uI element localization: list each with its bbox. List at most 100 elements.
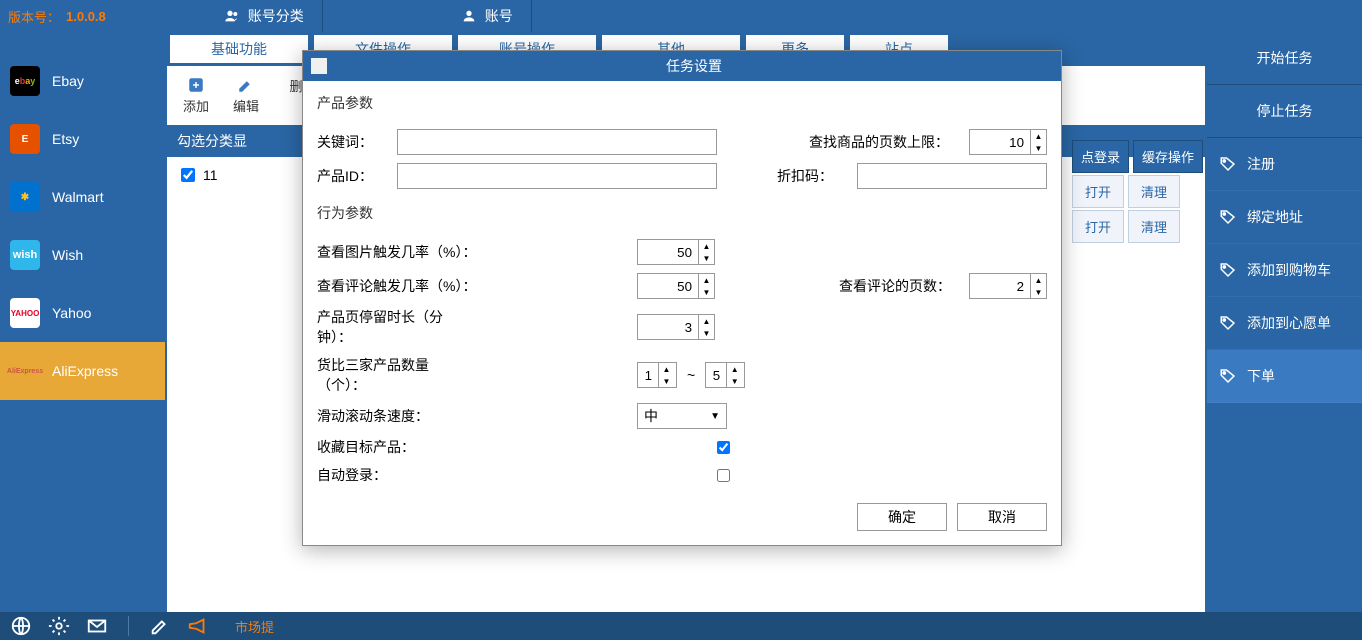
review-pages-spinner[interactable]: ▲▼: [969, 273, 1047, 299]
scroll-speed-value: 中: [644, 406, 658, 426]
up-arrow-icon[interactable]: ▲: [1031, 274, 1046, 286]
review-trigger-value[interactable]: [638, 274, 698, 298]
auto-login-checkbox[interactable]: [717, 469, 730, 482]
platform-aliexpress[interactable]: AliExpress AliExpress: [0, 342, 165, 400]
down-arrow-icon[interactable]: ▼: [727, 375, 742, 387]
etsy-icon: E: [10, 124, 40, 154]
up-arrow-icon[interactable]: ▲: [659, 363, 674, 375]
review-pages-value[interactable]: [970, 274, 1030, 298]
favorite-target-checkbox[interactable]: [717, 441, 730, 454]
tab-account[interactable]: 账号: [443, 0, 532, 32]
dialog-icon: [311, 58, 327, 74]
compare-count-label: 货比三家产品数量（个）：: [317, 355, 477, 395]
action-add-wishlist[interactable]: 添加到心愿单: [1207, 297, 1362, 350]
cell-clear-2[interactable]: 清理: [1128, 210, 1180, 243]
platform-yahoo[interactable]: YAHOO Yahoo: [0, 284, 165, 342]
megaphone-icon[interactable]: [187, 615, 209, 637]
start-task-button[interactable]: 开始任务: [1207, 32, 1362, 85]
top-bar: 版本号： 1.0.0.8 账号分类 账号: [0, 0, 1362, 32]
action-label: 下单: [1247, 366, 1275, 386]
tab-account-category[interactable]: 账号分类: [206, 0, 323, 32]
center-tab-basic[interactable]: 基础功能: [169, 34, 309, 64]
down-arrow-icon[interactable]: ▼: [699, 252, 714, 264]
add-button[interactable]: 添加: [173, 72, 219, 119]
action-label: 添加到购物车: [1247, 260, 1331, 280]
down-arrow-icon[interactable]: ▼: [699, 286, 714, 298]
version-value: 1.0.0.8: [66, 9, 106, 24]
discount-input[interactable]: [857, 163, 1047, 189]
stay-duration-value[interactable]: [638, 315, 698, 339]
action-label: 注册: [1247, 154, 1275, 174]
cell-clear-1[interactable]: 清理: [1128, 175, 1180, 208]
down-arrow-icon[interactable]: ▼: [699, 327, 714, 339]
down-arrow-icon[interactable]: ▼: [1031, 286, 1046, 298]
tool-label: 删: [289, 76, 302, 95]
up-arrow-icon[interactable]: ▲: [699, 240, 714, 252]
compare-min-value[interactable]: [638, 363, 658, 387]
status-bar: 市场提: [0, 612, 1362, 640]
users-icon: [224, 8, 240, 24]
up-arrow-icon[interactable]: ▲: [727, 363, 742, 375]
tab-label: 账号: [485, 6, 513, 26]
dialog-titlebar[interactable]: 任务设置: [303, 51, 1061, 81]
tab-label: 账号分类: [248, 6, 304, 26]
col-cache-op: 缓存操作: [1133, 140, 1203, 173]
product-id-input[interactable]: [397, 163, 717, 189]
image-trigger-spinner[interactable]: ▲▼: [637, 239, 715, 265]
down-arrow-icon[interactable]: ▼: [1031, 142, 1046, 154]
max-pages-value[interactable]: [970, 130, 1030, 154]
wish-icon: wish: [10, 240, 40, 270]
review-trigger-spinner[interactable]: ▲▼: [637, 273, 715, 299]
list-checkbox[interactable]: [181, 168, 195, 182]
yahoo-icon: YAHOO: [10, 298, 40, 328]
up-arrow-icon[interactable]: ▲: [1031, 130, 1046, 142]
scroll-speed-select[interactable]: 中 ▼: [637, 403, 727, 429]
action-label: 绑定地址: [1247, 207, 1303, 227]
action-order[interactable]: 下单: [1207, 350, 1362, 403]
platform-ebay[interactable]: ebay Ebay: [0, 52, 165, 110]
globe-icon[interactable]: [10, 615, 32, 637]
gear-icon[interactable]: [48, 615, 70, 637]
compare-min-spinner[interactable]: ▲▼: [637, 362, 677, 388]
tag-icon: [1219, 208, 1237, 226]
platform-etsy[interactable]: E Etsy: [0, 110, 165, 168]
ok-button[interactable]: 确定: [857, 503, 947, 531]
user-icon: [461, 8, 477, 24]
stop-task-button[interactable]: 停止任务: [1207, 85, 1362, 138]
cell-open-2[interactable]: 打开: [1072, 210, 1124, 243]
compare-max-value[interactable]: [706, 363, 726, 387]
cancel-button[interactable]: 取消: [957, 503, 1047, 531]
platform-wish[interactable]: wish Wish: [0, 226, 165, 284]
product-id-label: 产品ID：: [317, 166, 387, 186]
action-add-cart[interactable]: 添加到购物车: [1207, 244, 1362, 297]
cell-open-1[interactable]: 打开: [1072, 175, 1124, 208]
image-trigger-value[interactable]: [638, 240, 698, 264]
list-item-label: 11: [203, 167, 218, 183]
tool-label: 编辑: [233, 96, 259, 115]
compare-max-spinner[interactable]: ▲▼: [705, 362, 745, 388]
ebay-icon: ebay: [10, 66, 40, 96]
review-trigger-label: 查看评论触发几率（%）：: [317, 276, 477, 296]
stay-duration-label: 产品页停留时长（分钟）：: [317, 307, 477, 347]
product-params-label: 产品参数: [317, 89, 1047, 121]
action-bind-address[interactable]: 绑定地址: [1207, 191, 1362, 244]
keyword-label: 关键词：: [317, 132, 387, 152]
keyword-input[interactable]: [397, 129, 717, 155]
platform-label: Ebay: [52, 73, 84, 89]
up-arrow-icon[interactable]: ▲: [699, 274, 714, 286]
stay-duration-spinner[interactable]: ▲▼: [637, 314, 715, 340]
mail-icon[interactable]: [86, 615, 108, 637]
task-settings-dialog: 任务设置 产品参数 关键词： 查找商品的页数上限： ▲▼ 产品ID： 折扣码： …: [302, 50, 1062, 546]
platform-label: Etsy: [52, 131, 79, 147]
tool-label: 添加: [183, 96, 209, 115]
edit-button[interactable]: 编辑: [223, 72, 269, 119]
scroll-speed-label: 滑动滚动条速度：: [317, 406, 477, 426]
pencil-icon[interactable]: [149, 615, 171, 637]
down-arrow-icon[interactable]: ▼: [659, 375, 674, 387]
platform-walmart[interactable]: ✱ Walmart: [0, 168, 165, 226]
action-register[interactable]: 注册: [1207, 138, 1362, 191]
walmart-icon: ✱: [10, 182, 40, 212]
platform-label: Yahoo: [52, 305, 91, 321]
max-pages-spinner[interactable]: ▲▼: [969, 129, 1047, 155]
up-arrow-icon[interactable]: ▲: [699, 315, 714, 327]
